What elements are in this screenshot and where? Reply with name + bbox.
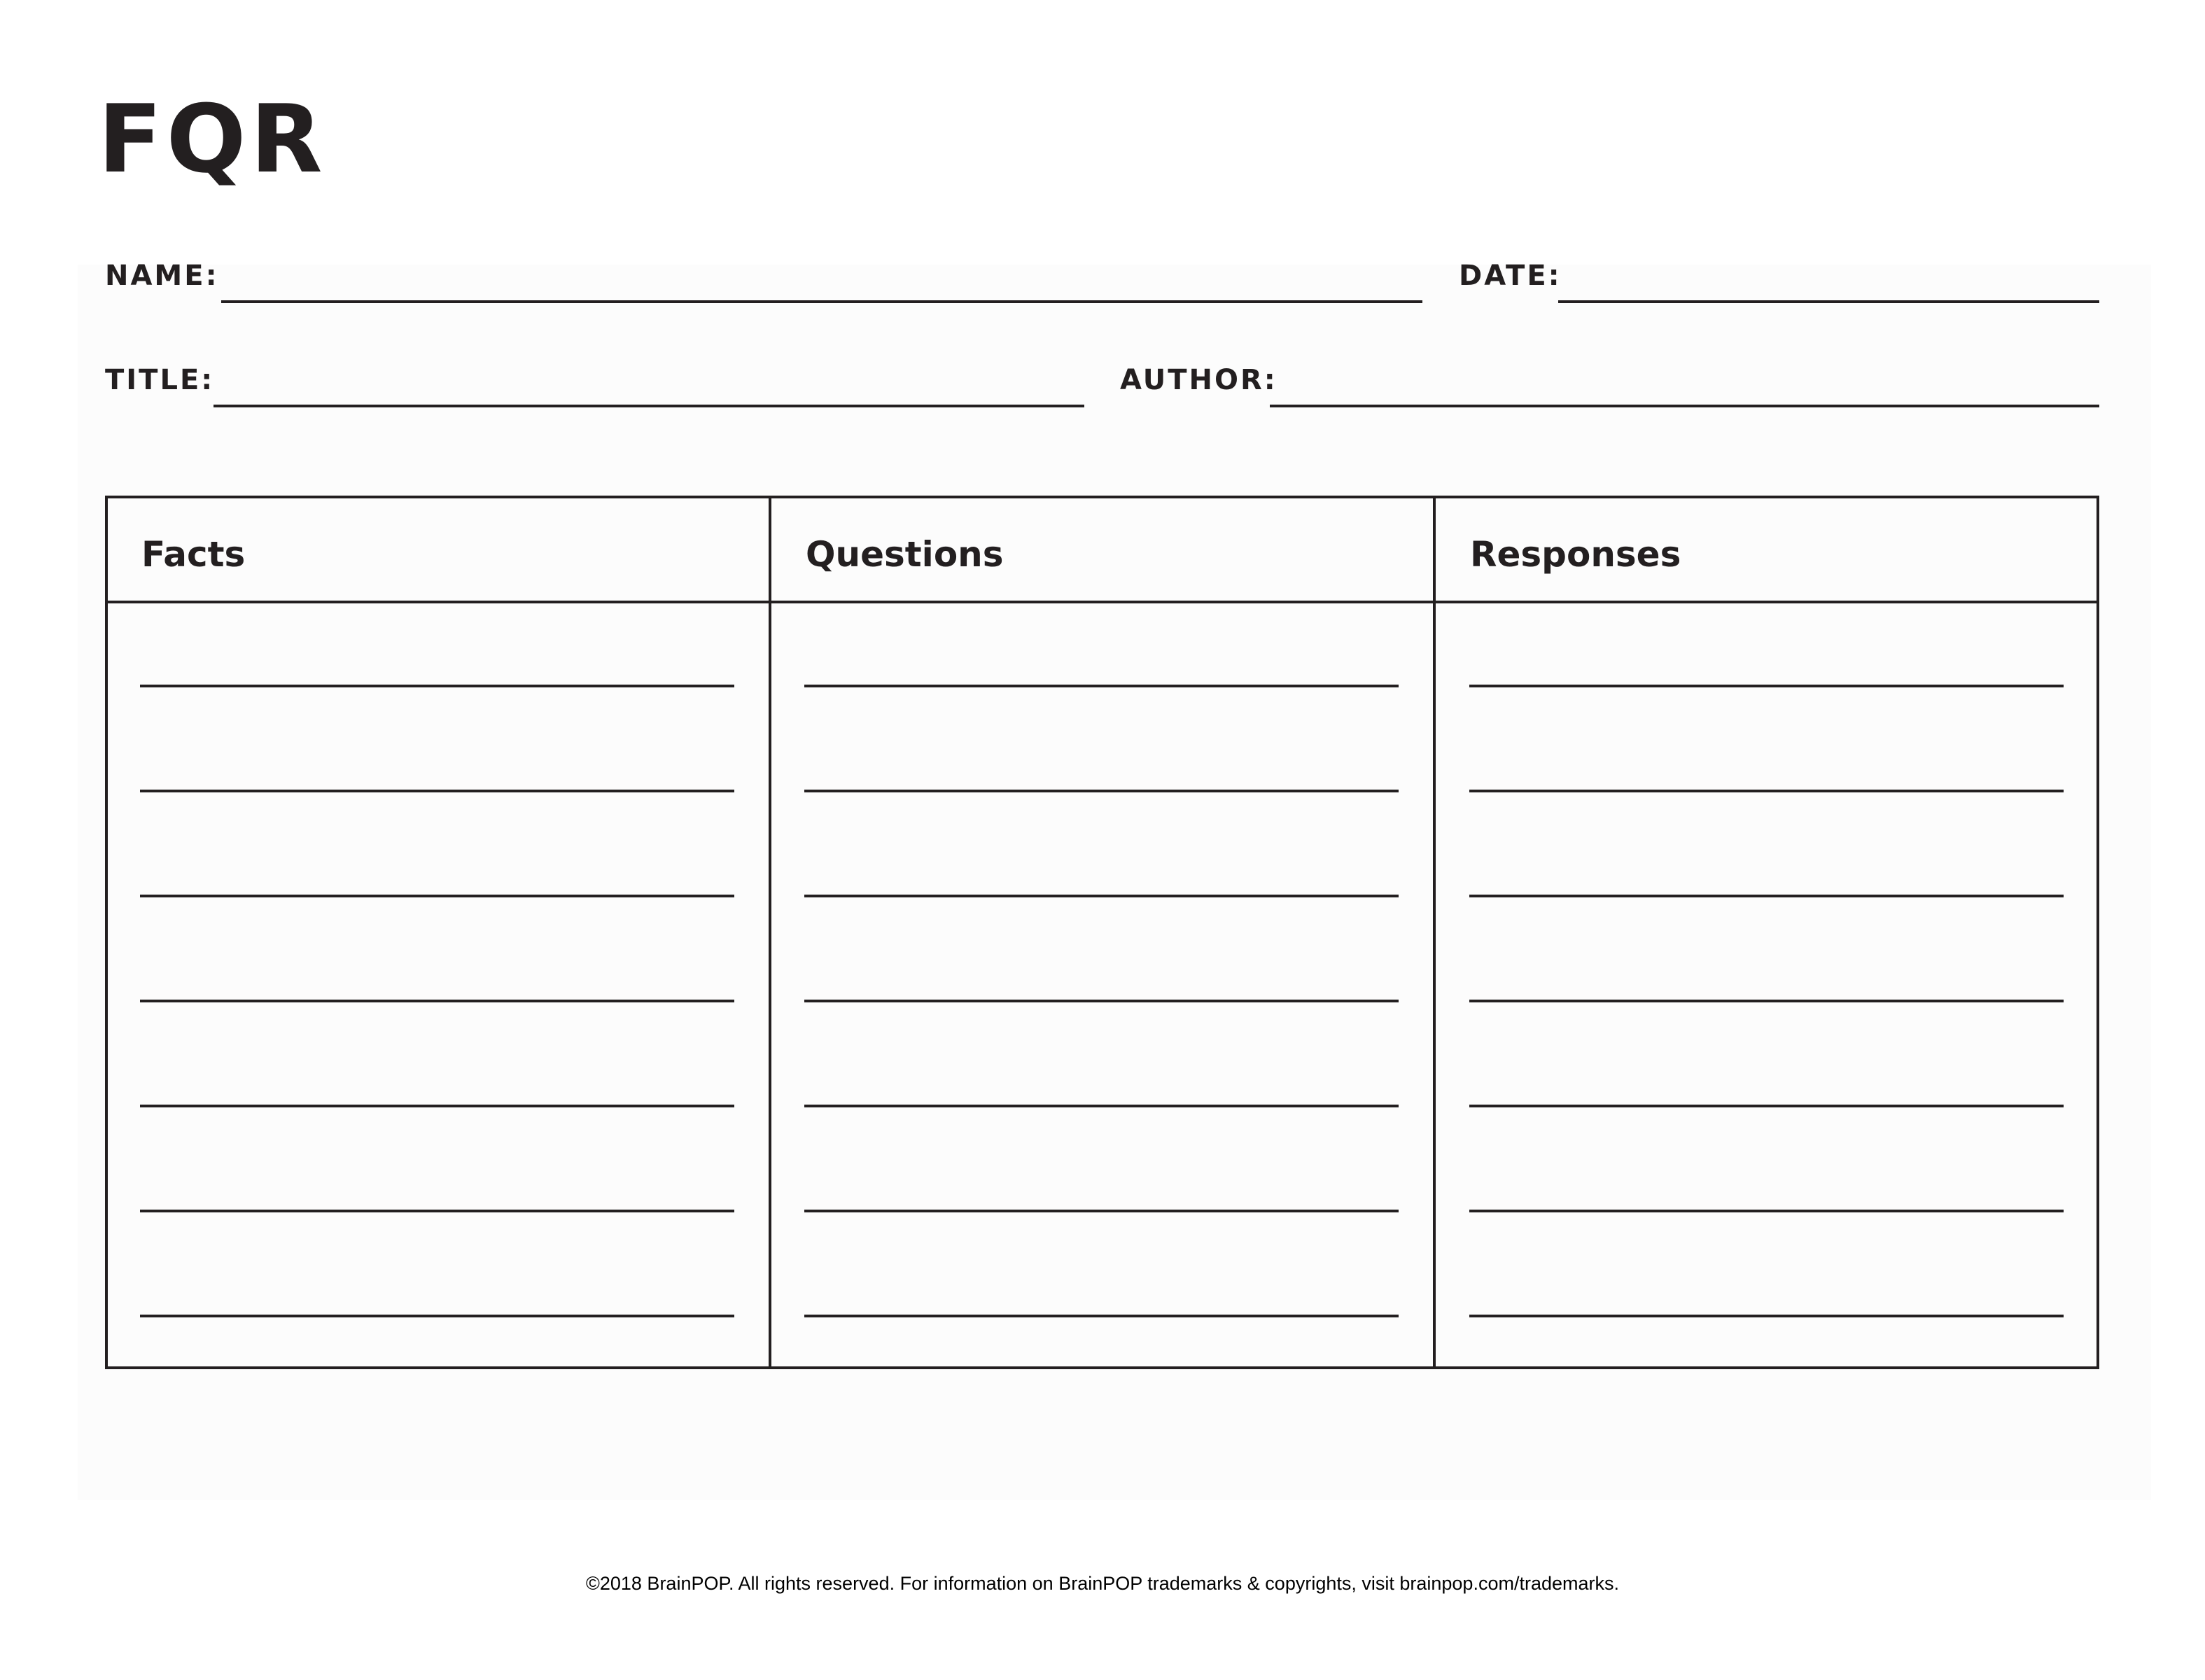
header-divider bbox=[108, 601, 2096, 603]
copyright-footer: ©2018 BrainPOP. All rights reserved. For… bbox=[585, 1573, 1620, 1594]
writing-line-questions[interactable] bbox=[804, 1105, 1399, 1107]
writing-line-responses[interactable] bbox=[1469, 1210, 2064, 1212]
writing-line-facts[interactable] bbox=[140, 1105, 734, 1107]
column-divider bbox=[769, 498, 771, 1366]
column-heading-responses: Responses bbox=[1470, 534, 1681, 575]
author-label: AUTHOR: bbox=[1120, 364, 1278, 396]
column-divider bbox=[1433, 498, 1436, 1366]
writing-line-facts[interactable] bbox=[140, 790, 734, 792]
writing-line-questions[interactable] bbox=[804, 685, 1399, 687]
date-label: DATE: bbox=[1459, 260, 1562, 292]
writing-line-responses[interactable] bbox=[1469, 1105, 2064, 1107]
author-field[interactable] bbox=[1270, 405, 2099, 407]
writing-line-responses[interactable] bbox=[1469, 1000, 2064, 1002]
fqr-table: Facts Questions Responses bbox=[105, 496, 2099, 1369]
title-field[interactable] bbox=[214, 405, 1084, 407]
writing-line-facts[interactable] bbox=[140, 1315, 734, 1317]
writing-line-responses[interactable] bbox=[1469, 790, 2064, 792]
column-heading-facts: Facts bbox=[141, 534, 246, 575]
writing-line-facts[interactable] bbox=[140, 685, 734, 687]
writing-line-questions[interactable] bbox=[804, 895, 1399, 897]
writing-line-facts[interactable] bbox=[140, 1000, 734, 1002]
name-field[interactable] bbox=[221, 300, 1422, 303]
column-heading-questions: Questions bbox=[806, 534, 1004, 575]
writing-line-questions[interactable] bbox=[804, 790, 1399, 792]
title-label: TITLE: bbox=[105, 364, 215, 396]
writing-line-questions[interactable] bbox=[804, 1210, 1399, 1212]
name-label: NAME: bbox=[105, 260, 219, 292]
writing-line-facts[interactable] bbox=[140, 1210, 734, 1212]
writing-line-responses[interactable] bbox=[1469, 1315, 2064, 1317]
writing-line-questions[interactable] bbox=[804, 1315, 1399, 1317]
writing-line-responses[interactable] bbox=[1469, 685, 2064, 687]
worksheet-title: FQR bbox=[98, 85, 327, 194]
writing-line-facts[interactable] bbox=[140, 895, 734, 897]
writing-line-questions[interactable] bbox=[804, 1000, 1399, 1002]
date-field[interactable] bbox=[1558, 300, 2099, 303]
writing-line-responses[interactable] bbox=[1469, 895, 2064, 897]
